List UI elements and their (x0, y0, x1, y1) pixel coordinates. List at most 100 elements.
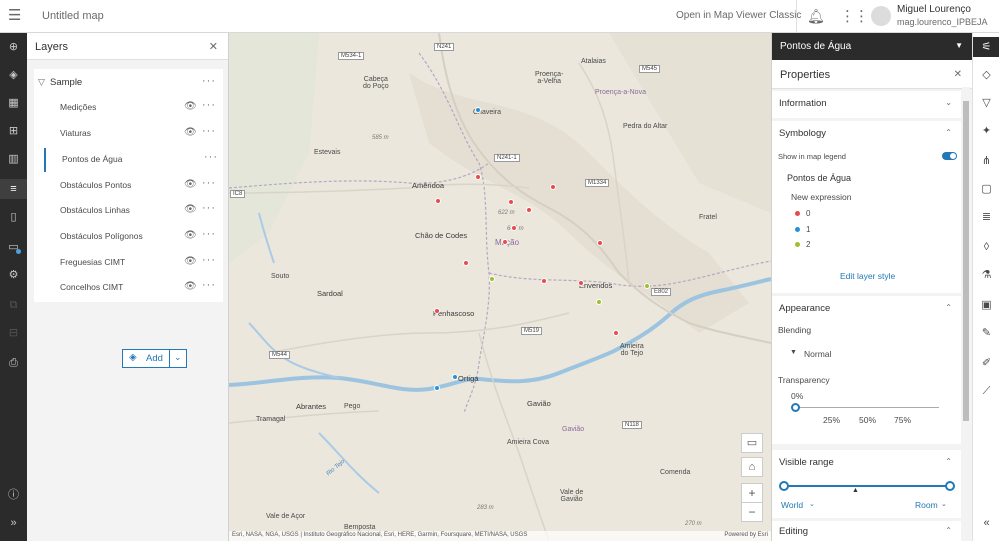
more-options-icon[interactable]: ··· (202, 125, 216, 137)
edit-icon[interactable]: ✐ (973, 353, 999, 373)
water-point-marker[interactable] (475, 174, 481, 180)
range-max-select[interactable]: Room (915, 500, 938, 510)
layer-item-pontos-de-agua[interactable]: Pontos de Água ··· (44, 148, 222, 172)
chevron-down-icon[interactable]: ⌄ (945, 98, 952, 107)
water-point-marker[interactable] (489, 276, 495, 282)
more-options-icon[interactable]: ··· (202, 228, 216, 240)
effects-icon[interactable]: ✦ (973, 121, 999, 141)
chevron-up-icon[interactable]: ⌃ (945, 303, 952, 312)
settings-icon[interactable]: ⚙ (0, 265, 27, 285)
range-min-handle[interactable] (779, 481, 789, 491)
menu-icon[interactable]: ☰ (8, 8, 24, 24)
print-icon[interactable]: ⎙ (0, 353, 27, 373)
open-classic-link[interactable]: Open in Map Viewer Classic (676, 10, 801, 21)
zoom-out-button[interactable]: − (741, 502, 763, 522)
range-max-handle[interactable] (945, 481, 955, 491)
editing-section[interactable]: Editing ⌃ (772, 521, 961, 541)
more-options-icon[interactable]: ··· (202, 177, 216, 189)
map-title[interactable]: Untitled map (42, 10, 104, 22)
add-layer-button[interactable]: ◈ Add ⌄ (122, 349, 187, 368)
notifications-icon[interactable]: 🔔︎ (807, 8, 825, 25)
expand-icon[interactable]: » (0, 513, 27, 533)
user-id[interactable]: mag.lourenco_IPBEJA (897, 17, 988, 27)
properties-scrollbar[interactable] (962, 87, 970, 541)
water-point-marker[interactable] (644, 283, 650, 289)
chevron-up-icon[interactable]: ⌃ (945, 457, 952, 466)
edit-layer-style-link[interactable]: Edit layer style (840, 271, 895, 281)
layer-item-obstaculos-linhas[interactable]: Obstáculos Linhas 👁︎ ··· (44, 199, 222, 223)
media-icon[interactable]: ▣ (973, 295, 999, 315)
chevron-down-icon[interactable]: ⌄ (809, 500, 815, 508)
visibility-eye-icon[interactable]: 👁︎ (184, 127, 197, 138)
filter-icon[interactable]: ▽ (973, 93, 999, 113)
transparency-slider-track[interactable] (796, 407, 939, 408)
popups-icon[interactable]: ▢ (973, 179, 999, 199)
save-icon[interactable]: ▭ (0, 237, 27, 257)
close-icon[interactable]: ✕ (954, 69, 962, 80)
fields-icon[interactable]: ≣ (973, 207, 999, 227)
layer-item-obstaculos-pontos[interactable]: Obstáculos Pontos 👁︎ ··· (44, 174, 222, 198)
map-view[interactable]: Proença-a-Velha Atalaias Cabeça do Poço C… (229, 33, 771, 541)
water-point-marker[interactable] (578, 280, 584, 286)
layers-icon[interactable]: ◈ (0, 65, 27, 85)
visibility-eye-icon[interactable]: 👁︎ (184, 256, 197, 267)
charts-icon[interactable]: ▥ (0, 149, 27, 169)
water-point-marker[interactable] (508, 199, 514, 205)
measure-icon[interactable]: ⟋ (973, 381, 999, 401)
group-layer-sample[interactable]: ▽ Sample ··· (38, 75, 218, 93)
user-name[interactable]: Miguel Lourenço (897, 4, 971, 15)
avatar[interactable] (871, 6, 891, 26)
water-point-marker[interactable] (452, 374, 458, 380)
legend-icon[interactable]: ≡ (0, 179, 27, 199)
show-legend-toggle[interactable] (942, 152, 957, 160)
info-icon[interactable]: ⓘ (0, 485, 27, 505)
zoom-in-button[interactable]: + (741, 483, 763, 503)
transparency-slider-handle[interactable] (791, 403, 800, 412)
blend-mode-select[interactable]: Normal (804, 349, 831, 359)
grid-icon[interactable]: ⊟ (0, 323, 27, 343)
chevron-up-icon[interactable]: ⌃ (945, 128, 952, 137)
caret-down-icon[interactable]: ▼ (790, 349, 797, 356)
scrollbar-thumb[interactable] (963, 101, 969, 421)
more-options-icon[interactable]: ··· (202, 99, 216, 111)
styles-icon[interactable]: ◇ (973, 65, 999, 85)
chevron-down-icon[interactable]: ▽ (38, 77, 45, 88)
visibility-eye-icon[interactable]: 👁︎ (184, 204, 197, 215)
sketch-icon[interactable]: ✎ (973, 323, 999, 343)
range-slider-track[interactable] (784, 485, 950, 487)
visibility-eye-icon[interactable]: 👁︎ (184, 179, 197, 190)
visibility-eye-icon[interactable]: 👁︎ (184, 101, 197, 112)
chevron-down-icon[interactable]: ▼ (955, 41, 963, 50)
powered-by-text[interactable]: Powered by Esri (724, 532, 768, 538)
properties-icon[interactable]: ⚟ (973, 37, 999, 57)
water-point-marker[interactable] (596, 299, 602, 305)
visibility-eye-icon[interactable]: 👁︎ (184, 230, 197, 241)
layer-item-obstaculos-poligonos[interactable]: Obstáculos Polígonos 👁︎ ··· (44, 225, 222, 249)
layer-selector[interactable]: Pontos de Água ▼ (772, 33, 972, 60)
analysis-icon[interactable]: ⚗ (973, 265, 999, 285)
water-point-marker[interactable] (463, 260, 469, 266)
more-options-icon[interactable]: ··· (202, 254, 216, 266)
more-options-icon[interactable]: ··· (204, 151, 218, 163)
class-symbol[interactable] (795, 227, 800, 232)
information-section[interactable]: Information ⌄ (772, 91, 961, 118)
labels-icon[interactable]: ◊ (973, 237, 999, 257)
chevron-down-icon[interactable]: ⌄ (941, 500, 947, 508)
share-icon[interactable]: ⧉ (0, 295, 27, 315)
tables-icon[interactable]: ▦ (0, 93, 27, 113)
screen-icon[interactable]: ▭ (741, 433, 763, 453)
visibility-eye-icon[interactable]: 👁︎ (184, 281, 197, 292)
more-options-icon[interactable]: ··· (202, 279, 216, 291)
chevron-up-icon[interactable]: ⌃ (945, 526, 952, 535)
more-options-icon[interactable]: ··· (202, 202, 216, 214)
layer-item-medicoes[interactable]: Medições 👁︎ ··· (44, 96, 222, 120)
water-point-marker[interactable] (526, 207, 532, 213)
home-icon[interactable]: ⌂ (741, 457, 763, 477)
water-point-marker[interactable] (541, 278, 547, 284)
layer-item-viaturas[interactable]: Viaturas 👁︎ ··· (44, 122, 222, 146)
water-point-marker[interactable] (550, 184, 556, 190)
range-min-select[interactable]: World (781, 500, 803, 510)
layer-item-concelhos-cimt[interactable]: Concelhos CIMT 👁︎ ··· (44, 276, 222, 300)
close-icon[interactable]: ✕ (209, 40, 218, 53)
add-icon[interactable]: ⊕ (0, 37, 27, 57)
